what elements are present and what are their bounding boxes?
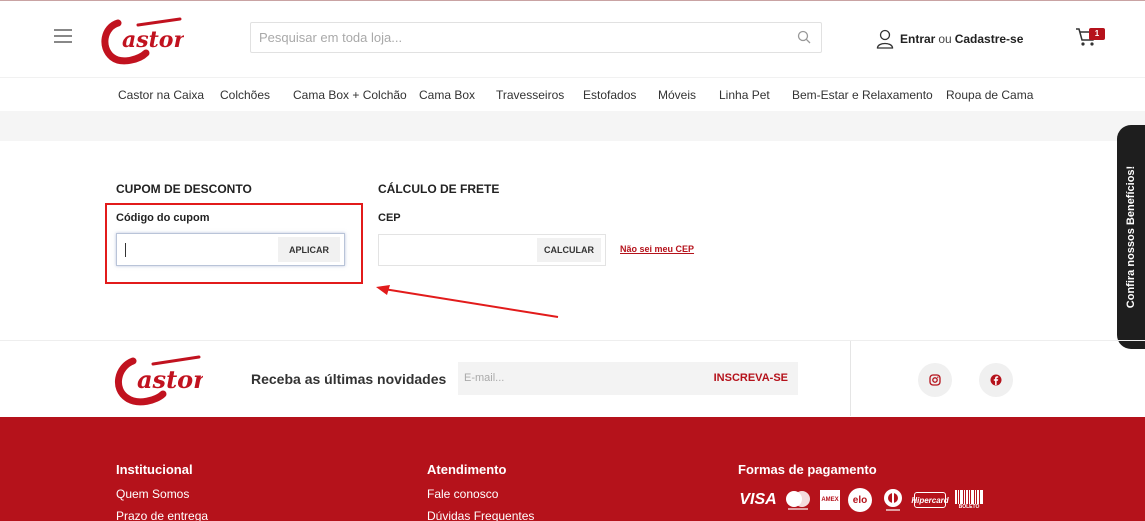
castor-logo[interactable]: astor	[100, 13, 184, 65]
search-icon[interactable]	[797, 30, 811, 44]
coupon-title: CUPOM DE DESCONTO	[116, 182, 252, 196]
newsletter-email-input[interactable]	[464, 368, 684, 388]
nav-item-cama-box-colchao[interactable]: Cama Box + Colchão	[293, 88, 407, 102]
page: astor Entrar ou Cadastre-se 1	[0, 0, 1145, 521]
cart-count-badge: 1	[1089, 28, 1105, 40]
freight-title: CÁLCULO DE FRETE	[378, 182, 500, 196]
newsletter-field: INSCREVA-SE	[458, 362, 798, 395]
svg-text:astor: astor	[122, 27, 184, 53]
cep-field: CALCULAR	[378, 234, 606, 266]
facebook-icon	[990, 374, 1002, 386]
unknown-cep-link[interactable]: Não sei meu CEP	[620, 244, 694, 254]
footer-col-title: Formas de pagamento	[738, 462, 877, 477]
amex-icon: AMEX	[820, 490, 840, 510]
or-text: ou	[938, 32, 952, 46]
hamburger-menu-icon[interactable]	[54, 29, 72, 43]
footer-link-quem-somos[interactable]: Quem Somos	[116, 487, 208, 501]
nav-item-travesseiros[interactable]: Travesseiros	[496, 88, 564, 102]
nav-item-castor-na-caixa[interactable]: Castor na Caixa	[118, 88, 204, 102]
footer-col-pagamento: Formas de pagamento	[738, 462, 877, 487]
nav-item-roupa-de-cama[interactable]: Roupa de Cama	[946, 88, 1033, 102]
cep-input[interactable]	[385, 241, 535, 261]
boleto-icon: BOLETO	[954, 489, 984, 511]
breadcrumb-bar	[0, 111, 1145, 141]
footer-col-atendimento: Atendimento Fale conosco Dúvidas Frequen…	[427, 462, 534, 521]
hipercard-icon: Hipercard	[911, 492, 949, 508]
site-header: astor Entrar ou Cadastre-se 1	[0, 1, 1145, 77]
facebook-button[interactable]	[979, 363, 1013, 397]
main-nav: Castor na Caixa Colchões Cama Box + Colc…	[0, 77, 1145, 111]
benefits-side-tab[interactable]: Confira nossos Benefícios!	[1117, 125, 1145, 349]
instagram-icon	[929, 374, 941, 386]
footer-link-prazo-entrega[interactable]: Prazo de entrega	[116, 509, 208, 521]
footer-link-fale-conosco[interactable]: Fale conosco	[427, 487, 534, 501]
login-link[interactable]: Entrar	[900, 32, 935, 46]
nav-item-bem-estar[interactable]: Bem-Estar e Relaxamento	[792, 88, 933, 102]
highlight-box	[105, 203, 363, 284]
annotation-arrow	[376, 285, 559, 318]
footer-col-title: Atendimento	[427, 462, 507, 477]
footer-col-title: Institucional	[116, 462, 193, 477]
mastercard-icon	[786, 491, 810, 510]
svg-text:astor: astor	[137, 365, 203, 394]
nav-item-colchoes[interactable]: Colchões	[220, 88, 270, 102]
nav-item-estofados[interactable]: Estofados	[583, 88, 636, 102]
cart-button[interactable]: 1	[1075, 27, 1107, 49]
payment-methods: VISA AMEX elo Hipercard BOLETO	[739, 488, 984, 512]
search-input[interactable]	[251, 23, 771, 52]
visa-icon: VISA	[739, 491, 777, 508]
site-footer: Institucional Quem Somos Prazo de entreg…	[0, 417, 1145, 521]
footer-castor-logo: astor	[115, 355, 203, 406]
search-box	[250, 22, 822, 53]
user-icon[interactable]	[876, 29, 894, 49]
nav-item-linha-pet[interactable]: Linha Pet	[719, 88, 770, 102]
subscribe-button[interactable]: INSCREVA-SE	[714, 372, 788, 384]
footer-col-institucional: Institucional Quem Somos Prazo de entreg…	[116, 462, 208, 521]
nav-item-cama-box[interactable]: Cama Box	[419, 88, 475, 102]
account-links: Entrar ou Cadastre-se	[876, 27, 1023, 51]
nav-item-moveis[interactable]: Móveis	[658, 88, 696, 102]
diners-club-icon	[884, 489, 902, 511]
calculate-freight-button[interactable]: CALCULAR	[537, 238, 601, 262]
footer-link-duvidas[interactable]: Dúvidas Frequentes	[427, 509, 534, 521]
boleto-label: BOLETO	[958, 504, 980, 510]
instagram-button[interactable]	[918, 363, 952, 397]
cep-field-label: CEP	[378, 212, 401, 224]
divider	[850, 341, 851, 416]
benefits-side-tab-label: Confira nossos Benefícios!	[1125, 165, 1137, 309]
register-link[interactable]: Cadastre-se	[955, 32, 1024, 46]
elo-icon: elo	[848, 488, 872, 512]
newsletter-text: Receba as últimas novidades	[251, 371, 447, 387]
